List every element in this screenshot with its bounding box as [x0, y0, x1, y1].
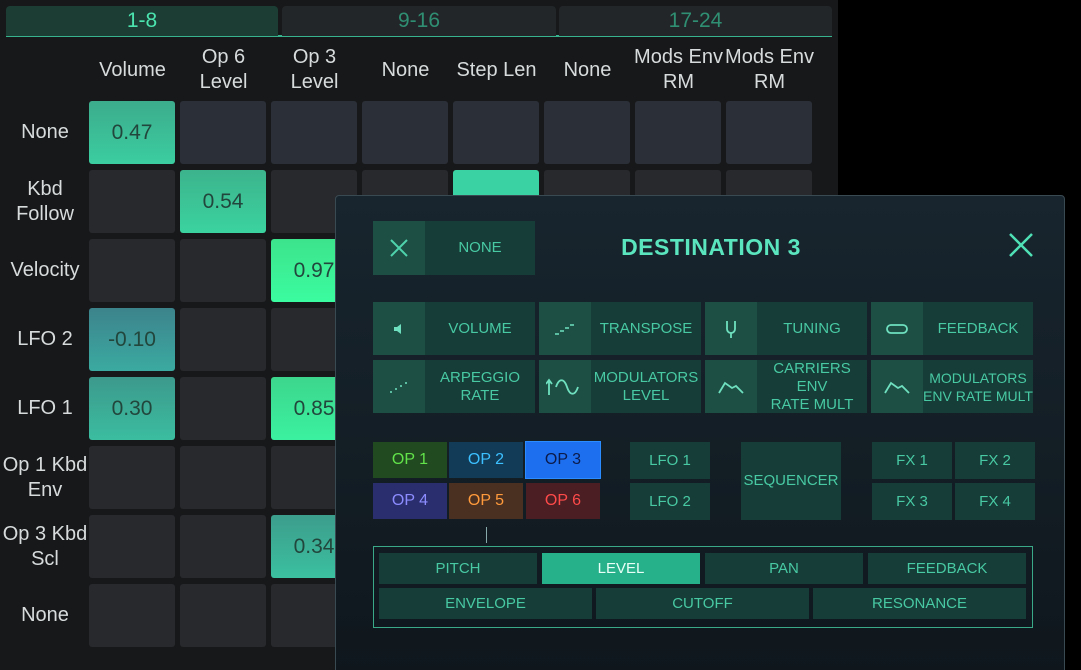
matrix-cell[interactable] [180, 308, 266, 371]
column-header: None [381, 58, 430, 81]
row-header: None [21, 121, 69, 143]
destination-button-2[interactable]: TUNING [705, 302, 867, 355]
destination-button-5[interactable]: MODULATORS LEVEL [539, 360, 701, 413]
fx-button-2[interactable]: FX 2 [955, 442, 1035, 479]
operator-button-2[interactable]: OP 2 [449, 442, 523, 478]
destination-button-0[interactable]: VOLUME [373, 302, 535, 355]
matrix-cell[interactable] [89, 170, 175, 233]
none-label: NONE [458, 239, 502, 256]
destination-button-3[interactable]: FEEDBACK [871, 302, 1033, 355]
column-header: Op 3 Level [290, 46, 339, 93]
none-destination-button[interactable]: NONE [373, 221, 535, 275]
fx-button-3[interactable]: FX 3 [872, 483, 952, 520]
destination-label: TUNING [783, 319, 841, 337]
x-icon [373, 221, 425, 275]
arpeggio-icon [373, 360, 425, 413]
loop-icon [871, 302, 923, 355]
operator-button-3[interactable]: OP 3 [525, 441, 601, 479]
matrix-cell[interactable] [180, 446, 266, 509]
sequencer-button[interactable]: SEQUENCER [741, 442, 841, 520]
operator-button-4[interactable]: OP 4 [373, 483, 447, 519]
param-cutoff[interactable]: CUTOFF [596, 588, 809, 619]
tab-17-24[interactable]: 17-24 [559, 6, 832, 36]
matrix-cell[interactable] [180, 101, 266, 164]
column-header: Mods Env RM [634, 46, 723, 93]
param-pitch[interactable]: PITCH [379, 553, 537, 584]
stairs-icon [539, 302, 591, 355]
destination-button-6[interactable]: CARRIERS ENV RATE MULT [705, 360, 867, 413]
destination-label: ARPEGGIO RATE [439, 368, 521, 404]
destination-label: CARRIERS ENV RATE MULT [770, 359, 854, 413]
matrix-cell[interactable]: 0.30 [89, 377, 175, 440]
destination-label: TRANSPOSE [599, 319, 693, 337]
connector-line [486, 527, 487, 543]
column-header: None [563, 58, 612, 81]
fx-button-4[interactable]: FX 4 [955, 483, 1035, 520]
operator-button-6[interactable]: OP 6 [526, 483, 600, 519]
close-icon[interactable] [1004, 228, 1038, 262]
column-header: Mods Env RM [725, 46, 814, 93]
row-header: None [21, 604, 69, 626]
destination-button-1[interactable]: TRANSPOSE [539, 302, 701, 355]
matrix-cell[interactable] [180, 239, 266, 302]
row-header: Kbd Follow [16, 177, 74, 225]
matrix-cell[interactable] [89, 446, 175, 509]
param-level[interactable]: LEVEL [542, 553, 700, 584]
dialog-title: DESTINATION 3 [621, 234, 801, 260]
matrix-cell[interactable] [635, 101, 721, 164]
column-header: Volume [99, 58, 166, 81]
operator-button-5[interactable]: OP 5 [449, 483, 523, 519]
column-header: Op 6 Level [199, 46, 248, 93]
fx-button-1[interactable]: FX 1 [872, 442, 952, 479]
matrix-cell[interactable] [271, 101, 357, 164]
destination-dialog: NONE DESTINATION 3 VOLUME TRANSPOSE TUNING… [335, 195, 1065, 670]
destination-label: VOLUME [448, 319, 512, 337]
row-header: LFO 2 [17, 328, 73, 350]
sine-icon [539, 360, 591, 413]
destination-button-4[interactable]: ARPEGGIO RATE [373, 360, 535, 413]
matrix-cell[interactable] [362, 101, 448, 164]
column-header: Step Len [456, 58, 537, 81]
matrix-cell[interactable] [180, 377, 266, 440]
param-feedback[interactable]: FEEDBACK [868, 553, 1026, 584]
destination-label: MODULATORS ENV RATE MULT [923, 369, 1033, 404]
envelope-icon [871, 360, 923, 413]
tuning-fork-icon [705, 302, 757, 355]
param-resonance[interactable]: RESONANCE [813, 588, 1026, 619]
matrix-cell[interactable] [453, 101, 539, 164]
param-pan[interactable]: PAN [705, 553, 863, 584]
speaker-icon [373, 302, 425, 355]
row-header: LFO 1 [17, 397, 73, 419]
tab-1-8[interactable]: 1-8 [6, 6, 278, 36]
matrix-cell[interactable] [180, 515, 266, 578]
lfo-button-2[interactable]: LFO 2 [630, 483, 710, 520]
row-header: Op 3 Kbd Scl [2, 522, 88, 570]
destination-label: FEEDBACK [937, 319, 1019, 337]
row-header: Op 1 Kbd Env [2, 453, 88, 501]
matrix-cell[interactable]: -0.10 [89, 308, 175, 371]
matrix-cell[interactable] [544, 101, 630, 164]
matrix-cell[interactable]: 0.47 [89, 101, 175, 164]
lfo-button-1[interactable]: LFO 1 [630, 442, 710, 479]
operator-button-1[interactable]: OP 1 [373, 442, 447, 478]
row-header: Velocity [10, 259, 80, 281]
param-envelope[interactable]: ENVELOPE [379, 588, 592, 619]
destination-button-7[interactable]: MODULATORS ENV RATE MULT [871, 360, 1033, 413]
matrix-cell[interactable] [89, 515, 175, 578]
matrix-cell[interactable] [89, 239, 175, 302]
tab-9-16[interactable]: 9-16 [282, 6, 556, 36]
matrix-cell[interactable] [726, 101, 812, 164]
destination-label: MODULATORS LEVEL [593, 368, 699, 404]
matrix-cell[interactable] [89, 584, 175, 647]
envelope-icon [705, 360, 757, 413]
matrix-cell[interactable] [180, 584, 266, 647]
matrix-cell[interactable]: 0.54 [180, 170, 266, 233]
